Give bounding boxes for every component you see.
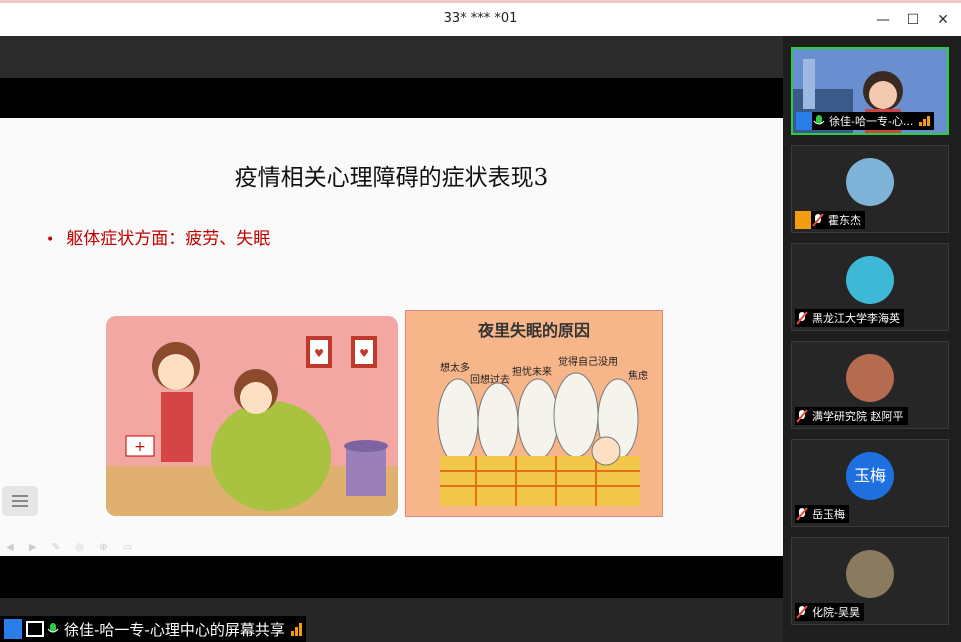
- window-title: 33* *** *01: [443, 11, 518, 26]
- participant-name: 化院-吴昊: [812, 606, 860, 619]
- participant-tile[interactable]: 霍东杰: [791, 145, 949, 233]
- slide-menu-button[interactable]: [2, 486, 38, 516]
- letterbox-top: [0, 78, 783, 118]
- slide-controls[interactable]: ◀ ▶ ✎ ◎ ⊕ ▭: [6, 542, 138, 553]
- microphone-muted-icon: [796, 409, 808, 423]
- presentation-slide: 疫情相关心理障碍的症状表现3 • 躯体症状方面：疲劳、失眠 ♥ ♥ + 夜里失眠…: [0, 118, 783, 556]
- svg-text:♥: ♥: [359, 347, 369, 360]
- slide-bullet: • 躯体症状方面：疲劳、失眠: [46, 229, 271, 249]
- svg-text:♥: ♥: [314, 347, 324, 360]
- participant-name: 霍东杰: [828, 214, 861, 227]
- participant-sidebar: 徐佳-哈一专-心... 霍东杰 黑龙江大学李海英 满学研究院 赵阿平 玉梅 岳玉…: [783, 36, 961, 642]
- participant-tile-video[interactable]: 徐佳-哈一专-心...: [791, 47, 949, 135]
- screen-share-area: 疫情相关心理障碍的症状表现3 • 躯体症状方面：疲劳、失眠 ♥ ♥ + 夜里失眠…: [0, 36, 783, 642]
- avatar-initials: 玉梅: [846, 452, 894, 500]
- microphone-muted-icon: [796, 507, 808, 521]
- maximize-button[interactable]: ☐: [901, 9, 925, 31]
- avatar: [846, 158, 894, 206]
- illustration-insomnia-causes: 夜里失眠的原因 想太多 回想过去 担忧未来 觉得自己没用 焦虑: [405, 310, 663, 517]
- screen-share-icon: [26, 621, 44, 637]
- signal-icon: [919, 116, 931, 126]
- share-label-text: 徐佳-哈一专-心理中心的屏幕共享: [64, 620, 285, 639]
- participant-tile[interactable]: 化院-吴昊: [791, 537, 949, 625]
- window-titlebar: 33* *** *01 — ☐ ✕: [0, 0, 961, 36]
- minimize-button[interactable]: —: [871, 9, 895, 31]
- toolbar-band: [0, 36, 783, 78]
- user-icon: [796, 112, 812, 130]
- microphone-muted-icon: [796, 605, 808, 619]
- avatar: [846, 550, 894, 598]
- close-button[interactable]: ✕: [931, 9, 955, 31]
- avatar: [846, 256, 894, 304]
- illustration-sick-girl: ♥ ♥ +: [106, 316, 398, 516]
- avatar: [846, 354, 894, 402]
- screen-share-label: 徐佳-哈一专-心理中心的屏幕共享: [0, 616, 306, 642]
- participant-namebar: 满学研究院 赵阿平: [795, 407, 908, 425]
- participant-name: 黑龙江大学李海英: [812, 312, 900, 325]
- participant-namebar: 化院-吴昊: [795, 603, 864, 621]
- microphone-muted-icon: [812, 213, 824, 227]
- user-icon: [795, 211, 811, 229]
- participant-namebar: 黑龙江大学李海英: [795, 309, 904, 327]
- participant-name: 满学研究院 赵阿平: [812, 410, 904, 423]
- participant-tile[interactable]: 黑龙江大学李海英: [791, 243, 949, 331]
- microphone-icon: [47, 623, 59, 633]
- bullet-text: 躯体症状方面：疲劳、失眠: [66, 229, 271, 249]
- participant-namebar: 徐佳-哈一专-心...: [796, 112, 935, 130]
- letterbox-bottom: [0, 556, 783, 598]
- signal-icon: [290, 622, 302, 636]
- slide-title: 疫情相关心理障碍的症状表现3: [234, 165, 549, 191]
- participant-name: 岳玉梅: [812, 508, 845, 521]
- participant-tile[interactable]: 满学研究院 赵阿平: [791, 341, 949, 429]
- microphone-muted-icon: [796, 311, 808, 325]
- participant-namebar: 霍东杰: [795, 211, 865, 229]
- microphone-icon: [813, 115, 825, 125]
- participant-namebar: 岳玉梅: [795, 505, 849, 523]
- user-icon: [4, 619, 22, 639]
- participant-tile[interactable]: 玉梅 岳玉梅: [791, 439, 949, 527]
- svg-text:+: +: [134, 439, 146, 455]
- participant-name: 徐佳-哈一专-心...: [829, 115, 914, 128]
